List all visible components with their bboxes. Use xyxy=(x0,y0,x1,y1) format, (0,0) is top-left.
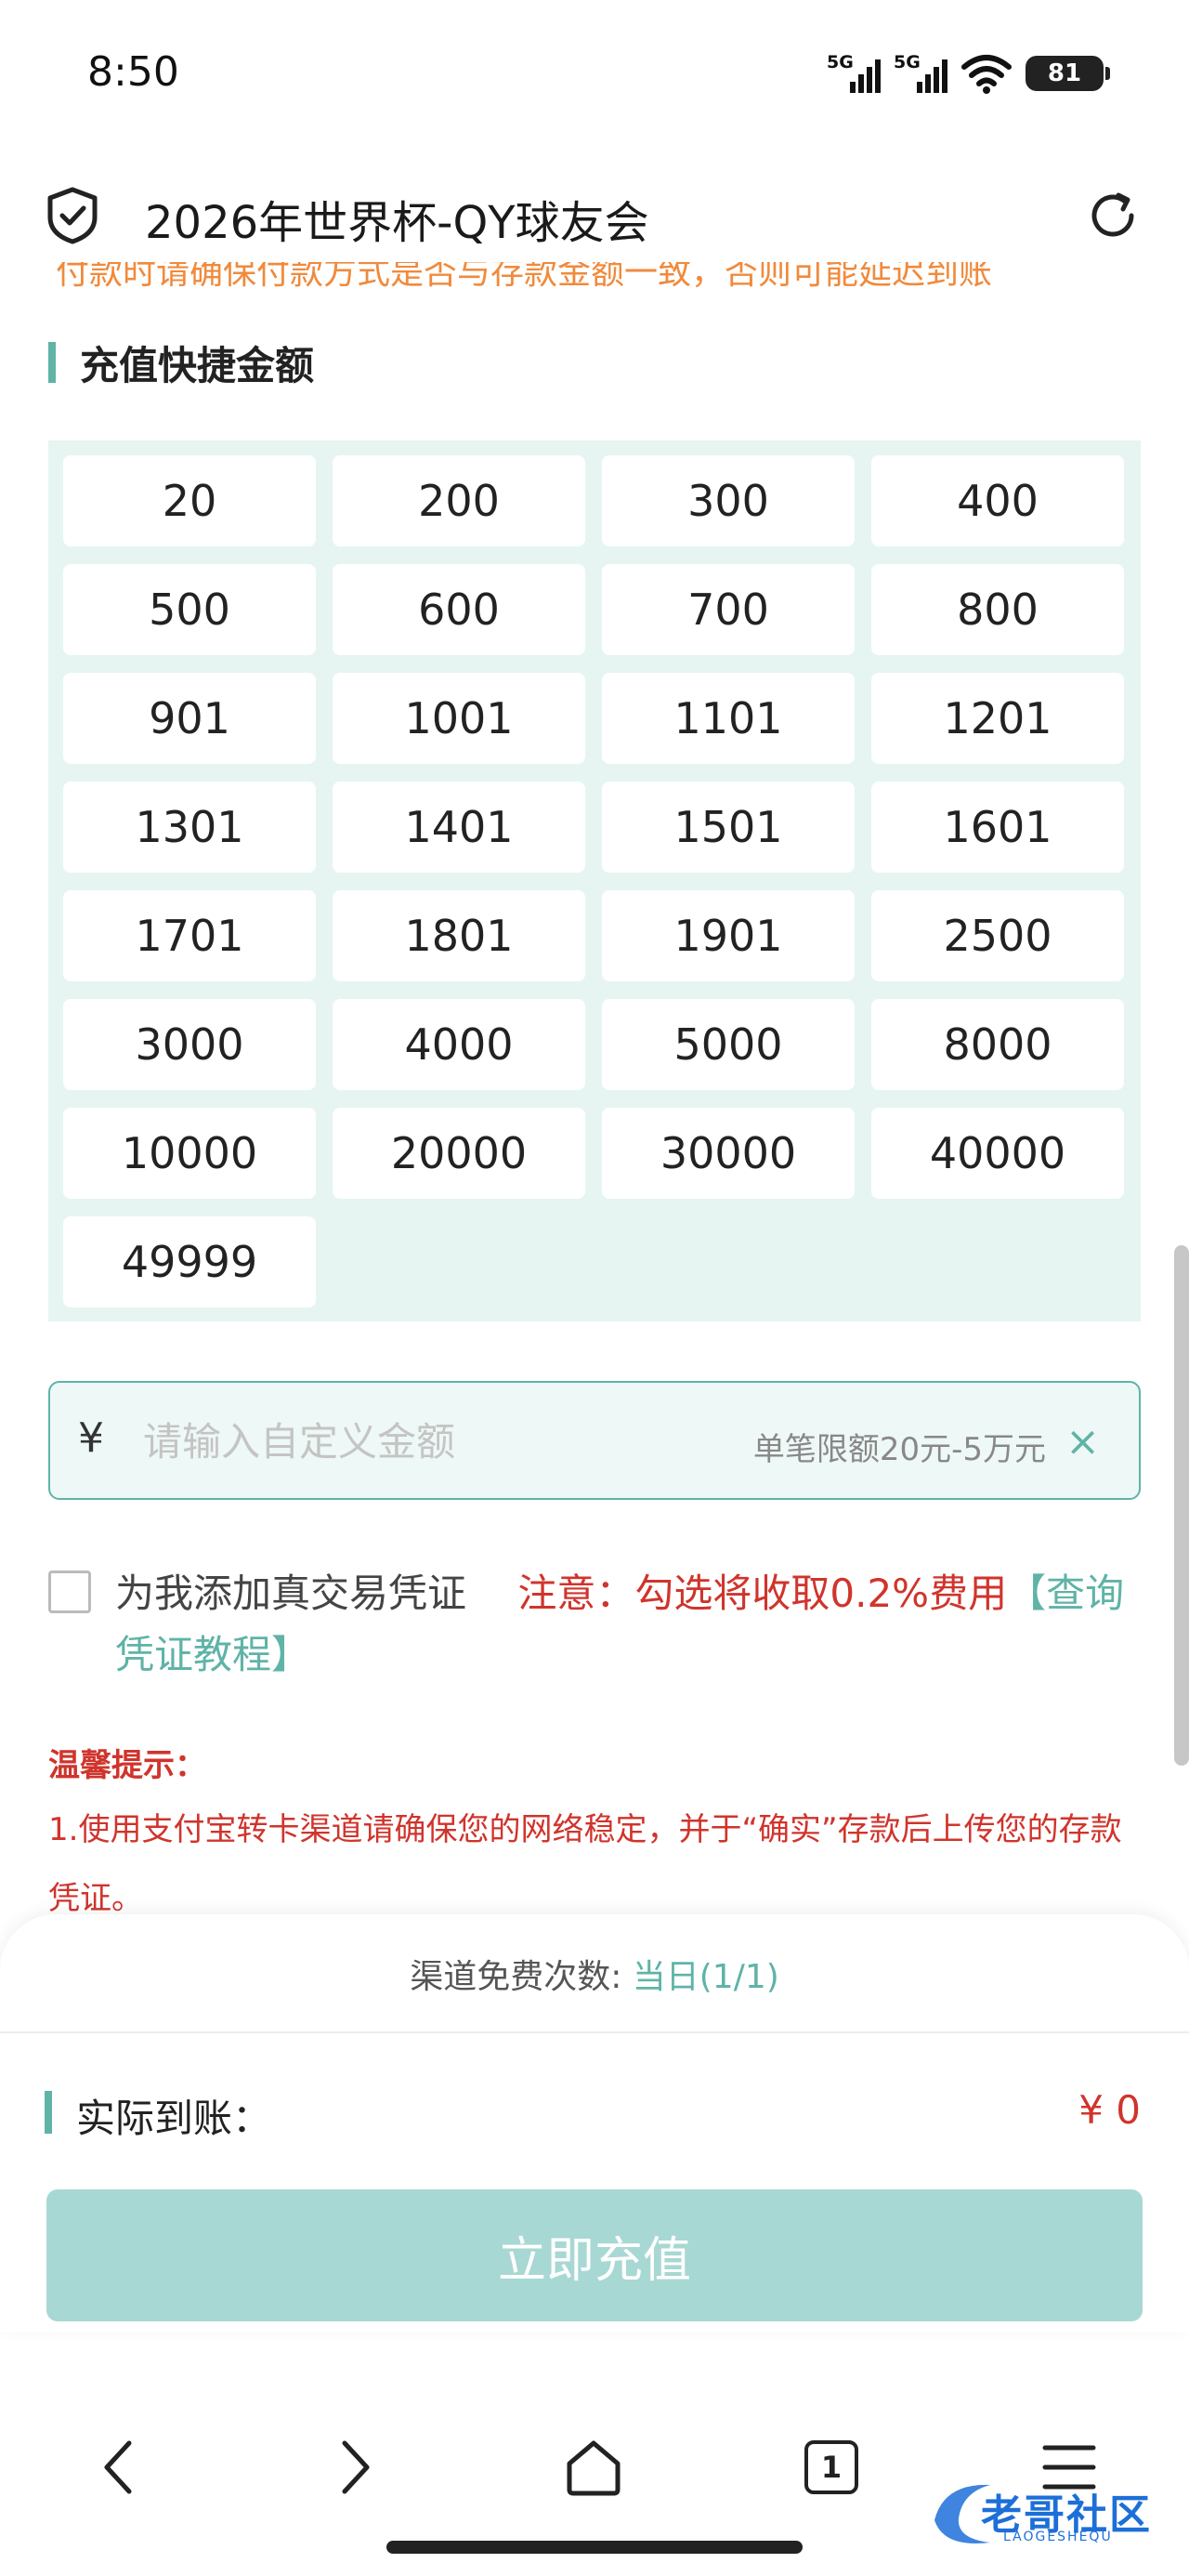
voucher-fee-warning: 注意：勾选将收取0.2%费用 xyxy=(517,1571,1008,1616)
amount-option[interactable]: 4000 xyxy=(333,999,585,1090)
refresh-icon[interactable] xyxy=(1085,188,1141,243)
scrollbar[interactable] xyxy=(1174,1245,1189,1766)
amount-option[interactable]: 8000 xyxy=(871,999,1124,1090)
amount-option[interactable]: 3000 xyxy=(63,999,316,1090)
amount-option[interactable]: 2500 xyxy=(871,890,1124,981)
back-button[interactable] xyxy=(76,2425,160,2509)
voucher-checkbox[interactable] xyxy=(48,1571,91,1613)
amount-option[interactable]: 1001 xyxy=(333,673,585,764)
clock: 8:50 xyxy=(87,48,179,96)
arrival-label: 实际到账： xyxy=(76,2096,272,2141)
custom-amount-input[interactable] xyxy=(143,1407,700,1476)
voucher-label[interactable]: 为我添加真交易凭证 xyxy=(115,1571,466,1616)
home-button[interactable] xyxy=(552,2425,635,2509)
amount-option[interactable]: 901 xyxy=(63,673,316,764)
amount-option[interactable]: 10000 xyxy=(63,1108,316,1199)
wifi-icon xyxy=(961,55,1012,94)
page-title: 2026年世界杯-QY球友会 xyxy=(145,197,649,249)
signal-icon: 5G xyxy=(827,52,881,95)
voucher-option-text: 为我添加真交易凭证 注意：勾选将收取0.2%费用【查询凭证教程】 xyxy=(115,1563,1146,1686)
amount-option[interactable]: 1401 xyxy=(333,782,585,873)
tips-text: 1.使用支付宝转卡渠道请确保您的网络稳定，并于“确实”存款后上传您的存款凭证。 xyxy=(48,1811,1122,1917)
custom-amount-box: ¥ 单笔限额20元-5万元 × xyxy=(48,1381,1141,1500)
amount-option[interactable]: 5000 xyxy=(602,999,855,1090)
chevron-left-icon xyxy=(104,2440,132,2494)
amount-option[interactable]: 1701 xyxy=(63,890,316,981)
amount-option[interactable]: 400 xyxy=(871,455,1124,546)
arrival-amount: ¥ 0 xyxy=(1078,2087,1141,2133)
clear-icon[interactable]: × xyxy=(1065,1418,1100,1465)
tabs-icon xyxy=(804,2440,858,2494)
amount-option[interactable]: 49999 xyxy=(63,1216,316,1308)
amount-option[interactable]: 1801 xyxy=(333,890,585,981)
currency-symbol: ¥ xyxy=(78,1414,104,1462)
amount-option[interactable]: 1601 xyxy=(871,782,1124,873)
free-count-value: 当日(1/1) xyxy=(632,1958,779,1996)
battery-icon: 81 xyxy=(1026,56,1110,91)
amount-option[interactable]: 1301 xyxy=(63,782,316,873)
amount-option[interactable]: 600 xyxy=(333,564,585,655)
payment-notice: 付款时请确保付款方式是否与存款金额一致，否则可能延迟到账 xyxy=(56,262,993,292)
amount-option[interactable]: 40000 xyxy=(871,1108,1124,1199)
home-indicator[interactable] xyxy=(386,2541,803,2554)
amount-option[interactable]: 1501 xyxy=(602,782,855,873)
home-icon xyxy=(567,2440,621,2496)
status-bar: 8:50 5G 5G 81 xyxy=(0,0,1189,149)
watermark-logo: 老哥社区 LAOGESHEQU xyxy=(925,2464,1176,2557)
divider xyxy=(0,2031,1189,2033)
watermark-subtext: LAOGESHEQU xyxy=(1003,2530,1113,2544)
forward-button[interactable] xyxy=(314,2425,398,2509)
amount-option[interactable]: 20000 xyxy=(333,1108,585,1199)
amount-option[interactable]: 700 xyxy=(602,564,855,655)
amount-option[interactable]: 20 xyxy=(63,455,316,546)
chevron-right-icon xyxy=(342,2440,370,2494)
quick-amount-grid: 20 200 300 400 500 600 700 800 901 1001 1101 1201 13… xyxy=(48,440,1141,1321)
amount-option[interactable]: 1901 xyxy=(602,890,855,981)
page-header: 2026年世界杯-QY球友会 xyxy=(0,165,1189,262)
shield-icon xyxy=(47,187,98,244)
recharge-button[interactable]: 立即充值 xyxy=(46,2189,1143,2321)
amount-limit-hint: 单笔限额20元-5万元 xyxy=(752,1431,1046,1468)
amount-option[interactable]: 200 xyxy=(333,455,585,546)
amount-option[interactable]: 30000 xyxy=(602,1108,855,1199)
section-accent-bar xyxy=(48,342,56,383)
free-count: 渠道免费次数: 当日(1/1) xyxy=(410,1958,779,1996)
tabs-button[interactable]: 1 xyxy=(790,2425,873,2509)
bottom-sheet: 渠道免费次数: 当日(1/1) 实际到账： ¥ 0 立即充值 xyxy=(0,1914,1189,2333)
signal-icon: 5G xyxy=(894,52,947,95)
section-title: 充值快捷金额 xyxy=(48,336,314,388)
status-icons: 5G 5G 81 xyxy=(827,50,1110,97)
amount-option[interactable]: 800 xyxy=(871,564,1124,655)
amount-option[interactable]: 300 xyxy=(602,455,855,546)
amount-option[interactable]: 1201 xyxy=(871,673,1124,764)
amount-option[interactable]: 500 xyxy=(63,564,316,655)
tips-title: 温馨提示： xyxy=(48,1747,206,1784)
section-accent-bar xyxy=(45,2091,52,2134)
amount-option[interactable]: 1101 xyxy=(602,673,855,764)
